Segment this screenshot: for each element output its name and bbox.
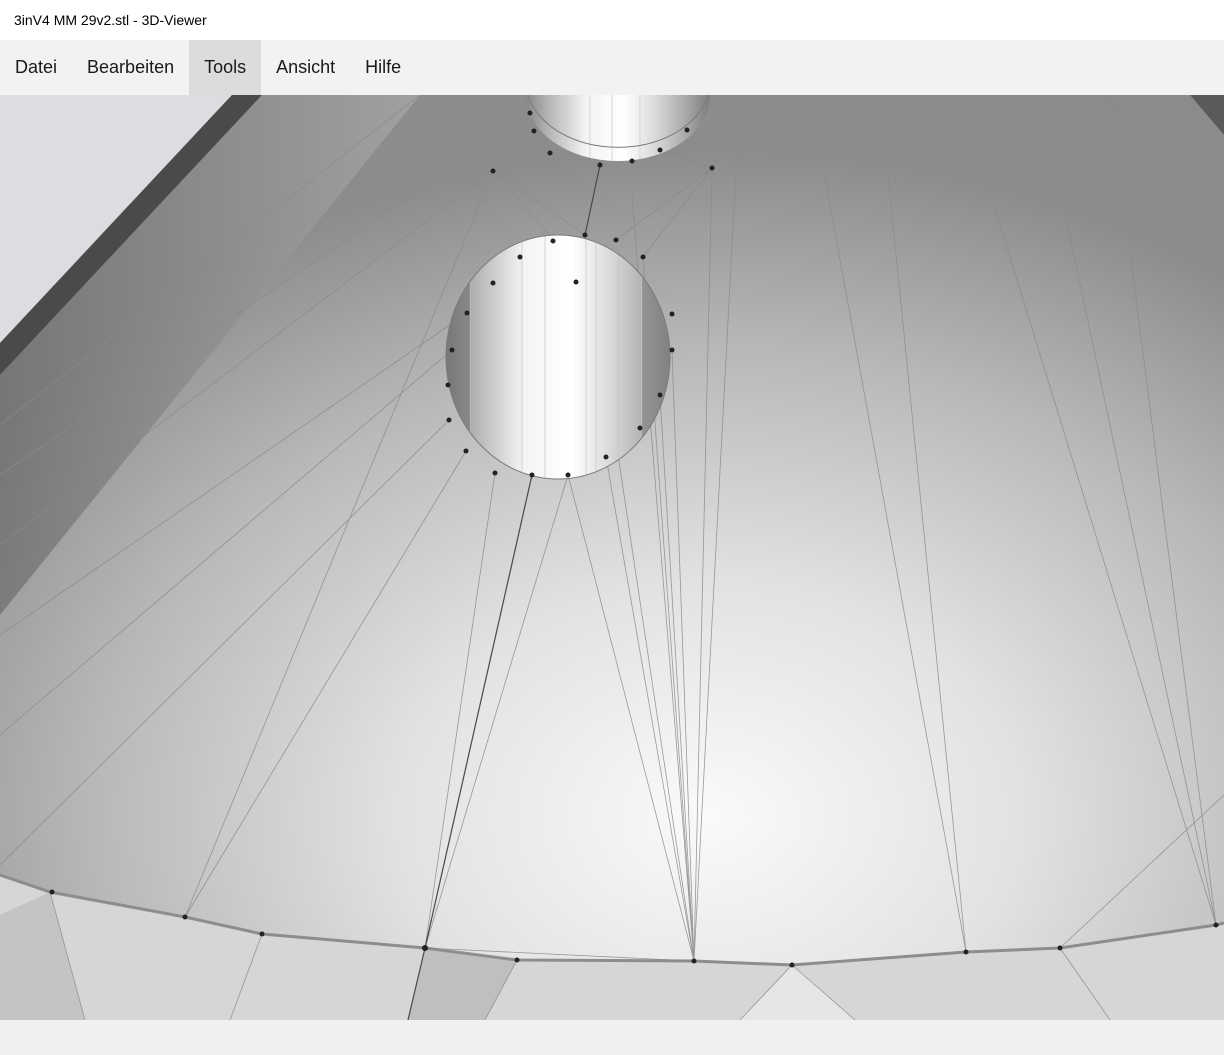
menu-tools[interactable]: Tools — [189, 40, 262, 95]
mesh-render[interactable] — [0, 95, 1224, 1020]
title-bar: 3inV4 MM 29v2.stl - 3D-Viewer — [0, 0, 1224, 40]
menu-bar: Datei Bearbeiten Tools Ansicht Hilfe — [0, 40, 1224, 95]
menu-hilfe[interactable]: Hilfe — [350, 40, 416, 95]
3d-viewport[interactable] — [0, 95, 1224, 1020]
menu-ansicht[interactable]: Ansicht — [261, 40, 350, 95]
menu-datei[interactable]: Datei — [0, 40, 72, 95]
menu-bearbeiten[interactable]: Bearbeiten — [72, 40, 189, 95]
window-title: 3inV4 MM 29v2.stl - 3D-Viewer — [14, 12, 207, 28]
status-bar — [0, 1020, 1224, 1055]
